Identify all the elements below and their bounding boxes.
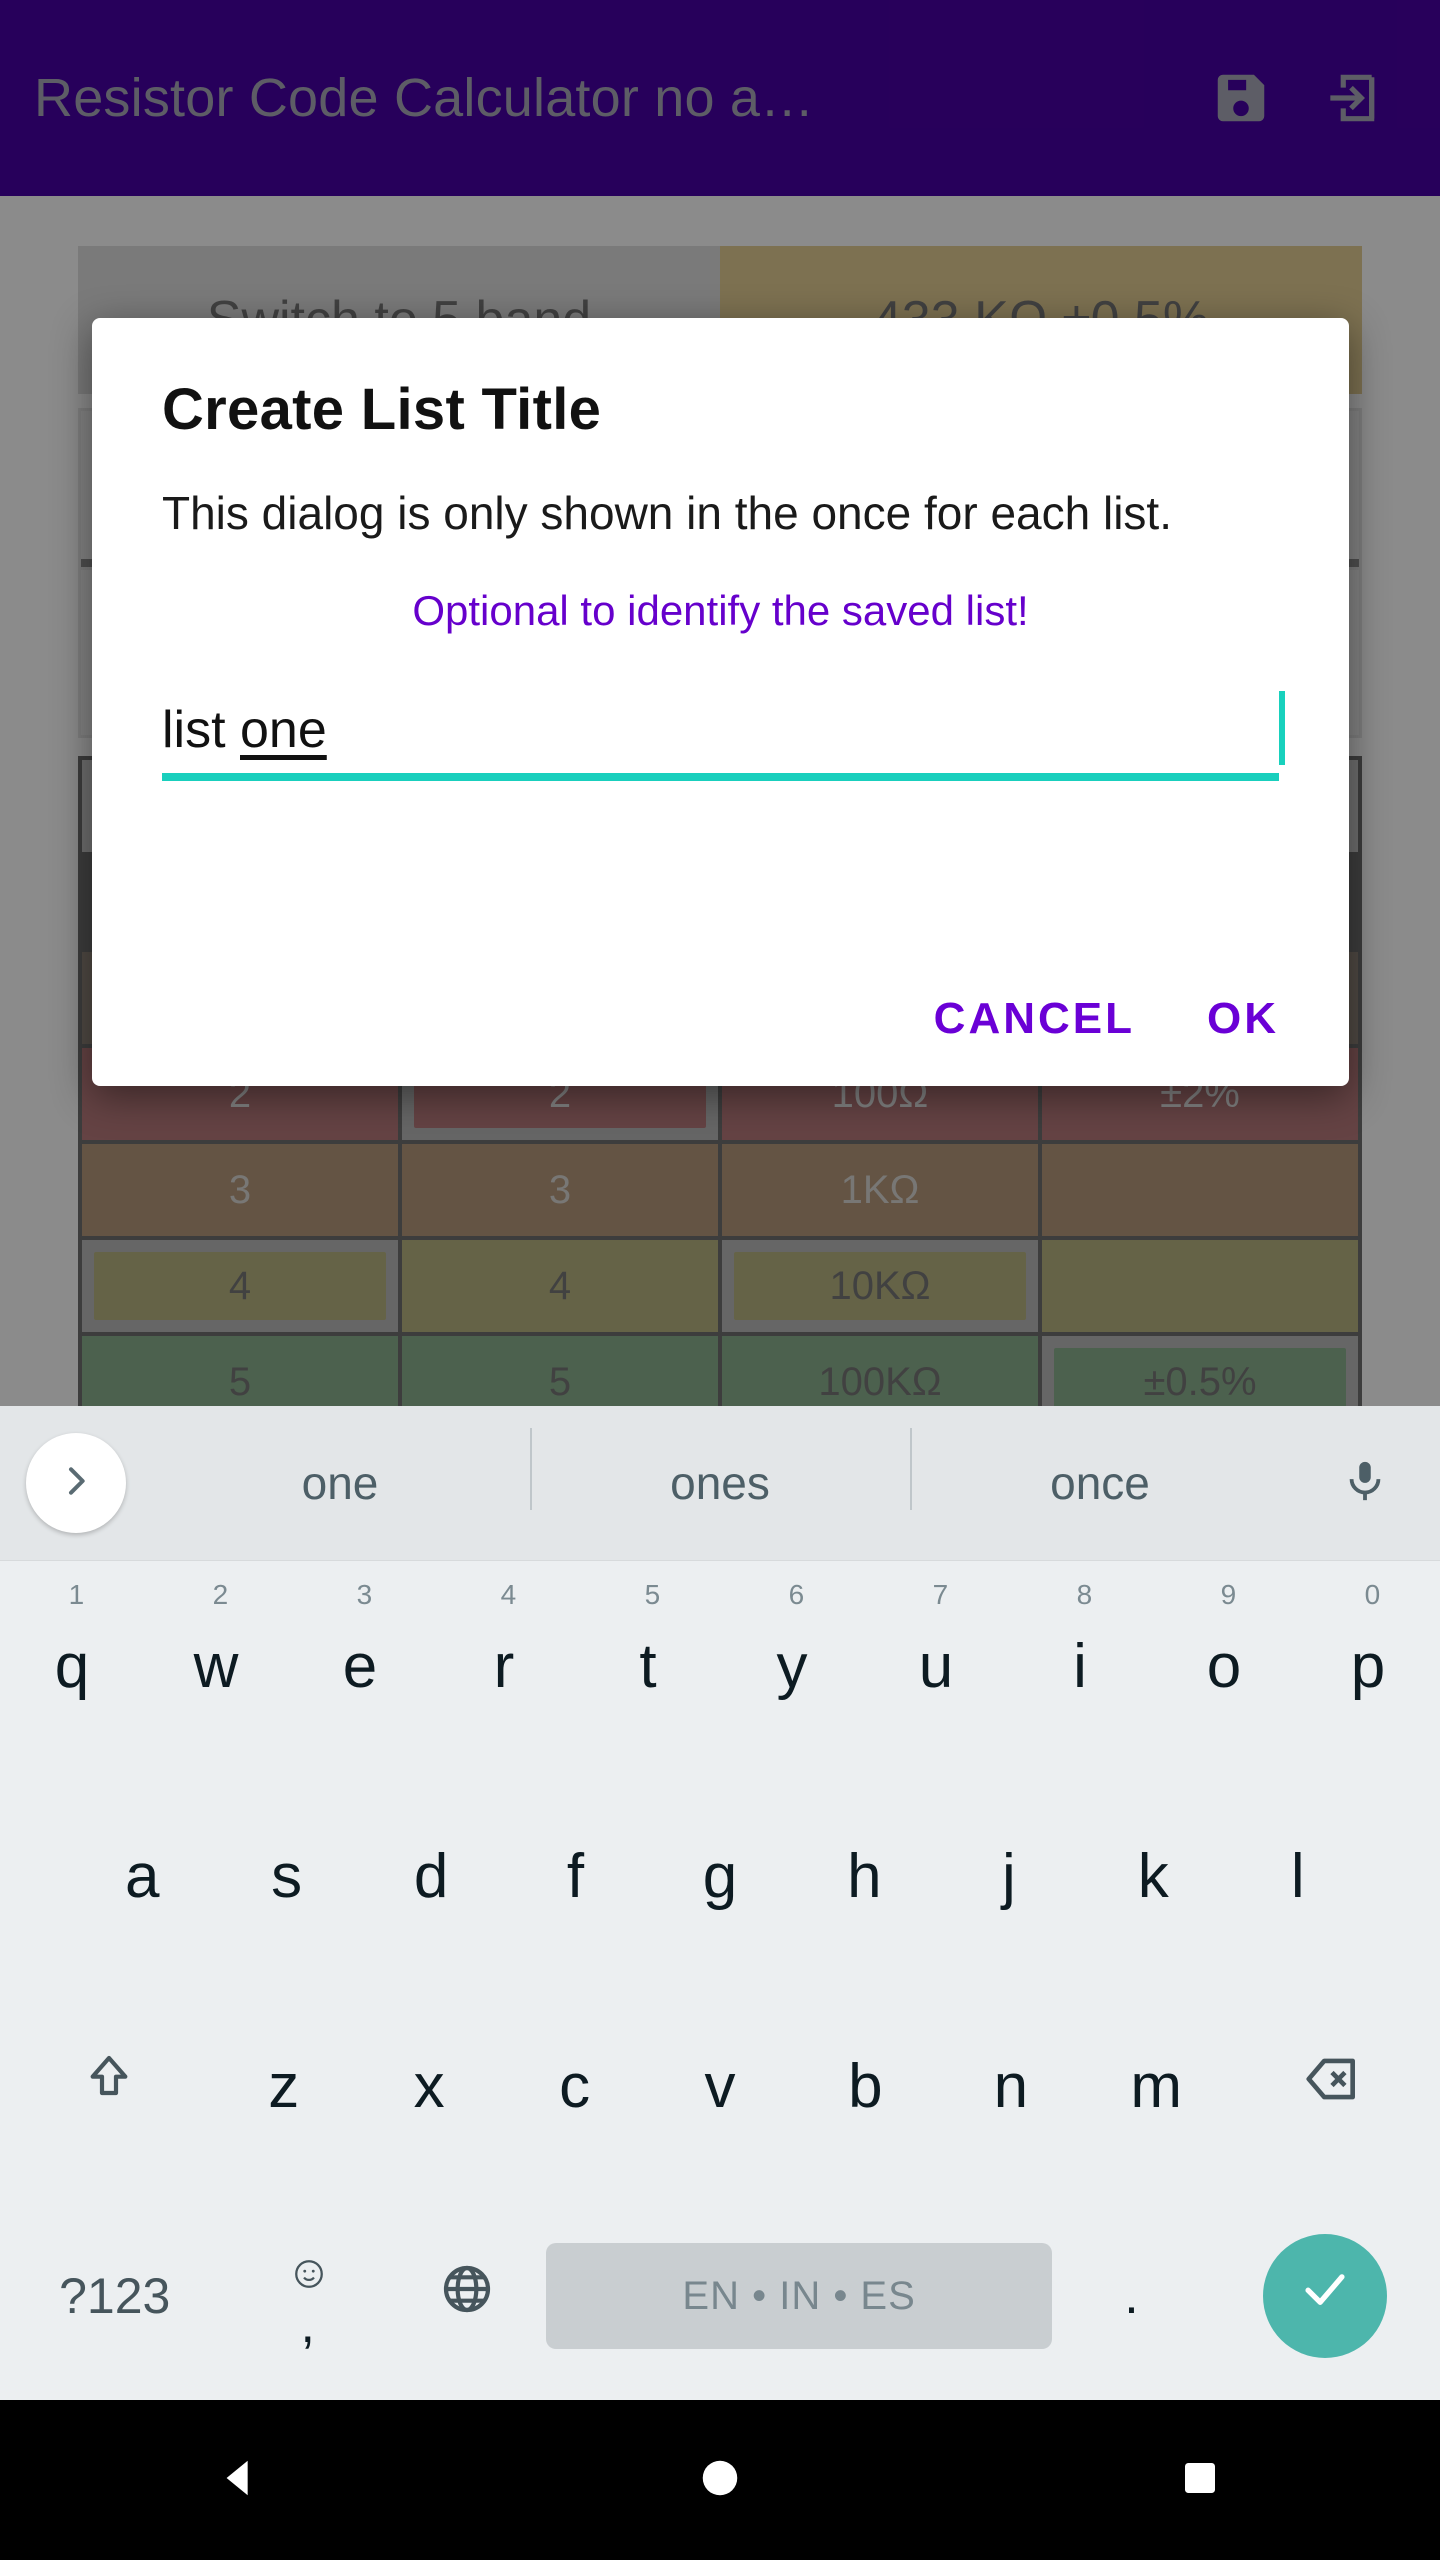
- space-key-label: EN • IN • ES: [545, 2243, 1053, 2349]
- keyboard-row-4: ?123 , EN • IN • ES .: [0, 2191, 1440, 2401]
- key-label: q: [54, 1631, 90, 1701]
- chevron-right-icon: [56, 1461, 96, 1506]
- key-q[interactable]: 1q: [0, 1561, 144, 1771]
- triangle-back-icon: [217, 2455, 263, 2506]
- key-o[interactable]: 9o: [1152, 1561, 1296, 1771]
- nav-home-button[interactable]: [480, 2455, 960, 2506]
- dialog-title: Create List Title: [162, 377, 602, 442]
- key-hint-3: 3: [356, 1579, 373, 1610]
- language-switch-key[interactable]: [388, 2191, 546, 2401]
- keyboard-row-3-letters: zxcvbnm: [211, 2051, 1229, 2122]
- key-j[interactable]: j: [937, 1771, 1081, 1981]
- key-label: u: [918, 1631, 954, 1701]
- android-navigation-bar: [0, 2400, 1440, 2560]
- key-hint-1: 1: [68, 1579, 85, 1610]
- key-i[interactable]: 8i: [1008, 1561, 1152, 1771]
- text-caret: [1279, 691, 1285, 766]
- scrim-overlay-top: [0, 0, 1440, 196]
- key-hint-7: 7: [932, 1579, 949, 1610]
- key-hint-4: 4: [500, 1579, 517, 1610]
- keyboard-row-3: zxcvbnm: [0, 1981, 1440, 2191]
- key-label: w: [193, 1631, 239, 1701]
- key-hint-6: 6: [788, 1579, 805, 1610]
- list-title-input[interactable]: list one: [162, 687, 1285, 782]
- suggestion-0[interactable]: one: [150, 1456, 530, 1510]
- keyboard-row-1: 1q2w3e4r5t6y7u8i9o0p: [0, 1561, 1440, 1771]
- enter-key[interactable]: [1211, 2191, 1440, 2401]
- microphone-icon: [1342, 1458, 1388, 1509]
- square-recents-icon: [1180, 2458, 1220, 2503]
- key-b[interactable]: b: [793, 2051, 938, 2122]
- voice-input-button[interactable]: [1290, 1458, 1440, 1509]
- key-c[interactable]: c: [502, 2051, 647, 2122]
- key-hint-9: 9: [1220, 1579, 1237, 1610]
- key-y[interactable]: 6y: [720, 1561, 864, 1771]
- input-underline: [162, 773, 1279, 782]
- suggestion-strip: one ones once: [0, 1406, 1440, 1561]
- comma-label: ,: [300, 2296, 315, 2354]
- on-screen-keyboard: one ones once 1q2w3e4r5t6y7u8i9o0p asdfg…: [0, 1406, 1440, 2400]
- key-label: r: [493, 1631, 515, 1701]
- key-label: o: [1206, 1631, 1242, 1701]
- period-key[interactable]: .: [1052, 2191, 1210, 2401]
- key-w[interactable]: 2w: [144, 1561, 288, 1771]
- key-hint-5: 5: [644, 1579, 661, 1610]
- ok-button[interactable]: OK: [1207, 994, 1279, 1044]
- key-u[interactable]: 7u: [864, 1561, 1008, 1771]
- key-label: t: [639, 1631, 657, 1701]
- comma-emoji-key[interactable]: ,: [229, 2191, 387, 2401]
- key-f[interactable]: f: [503, 1771, 647, 1981]
- key-k[interactable]: k: [1081, 1771, 1225, 1981]
- key-a[interactable]: a: [70, 1771, 214, 1981]
- key-label: p: [1350, 1631, 1386, 1701]
- key-z[interactable]: z: [211, 2051, 356, 2122]
- key-x[interactable]: x: [356, 2051, 501, 2122]
- key-hint-8: 8: [1076, 1579, 1093, 1610]
- nav-recents-button[interactable]: [960, 2458, 1440, 2503]
- list-title-input-text: list one: [162, 687, 1279, 773]
- key-label: i: [1073, 1631, 1087, 1701]
- key-n[interactable]: n: [938, 2051, 1083, 2122]
- nav-back-button[interactable]: [0, 2455, 480, 2506]
- dialog-hint: Optional to identify the saved list!: [412, 587, 1029, 635]
- key-label: e: [342, 1631, 378, 1701]
- enter-key-circle: [1263, 2234, 1388, 2358]
- key-l[interactable]: l: [1226, 1771, 1370, 1981]
- space-key[interactable]: EN • IN • ES: [545, 2191, 1053, 2401]
- dialog-message: This dialog is only shown in the once fo…: [162, 487, 1172, 539]
- key-hint-0: 0: [1364, 1579, 1381, 1610]
- key-v[interactable]: v: [647, 2051, 792, 2122]
- key-r[interactable]: 4r: [432, 1561, 576, 1771]
- suggestion-2[interactable]: once: [910, 1428, 1290, 1510]
- key-m[interactable]: m: [1084, 2051, 1229, 2122]
- shift-key[interactable]: [6, 1981, 211, 2191]
- checkmark-icon: [1296, 2260, 1354, 2333]
- key-g[interactable]: g: [648, 1771, 792, 1981]
- keyboard-row-2: asdfghjkl: [0, 1771, 1440, 1981]
- key-label: y: [776, 1631, 808, 1701]
- globe-language-icon: [439, 2261, 495, 2332]
- key-p[interactable]: 0p: [1296, 1561, 1440, 1771]
- key-hint-2: 2: [212, 1579, 229, 1610]
- create-list-title-dialog: Create List Title This dialog is only sh…: [92, 318, 1349, 1086]
- key-h[interactable]: h: [792, 1771, 936, 1981]
- suggestion-1[interactable]: ones: [530, 1428, 910, 1510]
- symbols-key[interactable]: ?123: [0, 2191, 229, 2401]
- key-t[interactable]: 5t: [576, 1561, 720, 1771]
- key-d[interactable]: d: [359, 1771, 503, 1981]
- circle-home-icon: [697, 2455, 743, 2506]
- dialog-actions: CANCEL OK: [934, 994, 1279, 1044]
- key-e[interactable]: 3e: [288, 1561, 432, 1771]
- shift-up-arrow-icon: [81, 2051, 137, 2122]
- input-committed-text: list: [162, 701, 240, 760]
- key-s[interactable]: s: [214, 1771, 358, 1981]
- backspace-delete-icon: [1301, 2048, 1363, 2125]
- input-composing-text: one: [240, 701, 327, 760]
- expand-suggestions-button[interactable]: [26, 1433, 126, 1533]
- backspace-key[interactable]: [1229, 1981, 1434, 2191]
- cancel-button[interactable]: CANCEL: [934, 994, 1135, 1044]
